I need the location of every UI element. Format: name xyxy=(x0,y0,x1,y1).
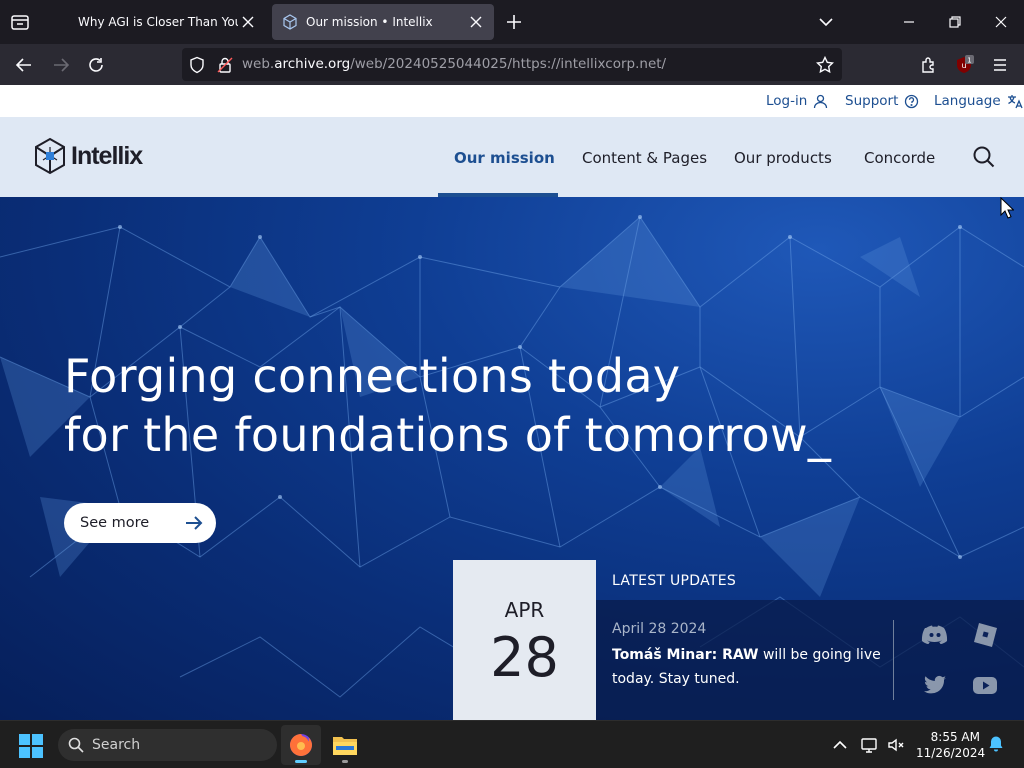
user-icon xyxy=(814,94,828,108)
latest-updates-heading: LATEST UPDATES xyxy=(612,573,737,589)
extensions-puzzle-icon[interactable] xyxy=(916,52,942,78)
new-tab-icon[interactable] xyxy=(504,12,524,32)
forward-arrow-icon[interactable] xyxy=(48,52,74,78)
divider xyxy=(893,620,894,700)
network-icon[interactable] xyxy=(860,735,880,755)
nav-our-mission[interactable]: Our mission xyxy=(454,149,555,167)
update-date-text: April 28 2024 xyxy=(612,621,707,637)
login-link[interactable]: Log-in xyxy=(766,93,828,109)
mouse-cursor-icon xyxy=(1000,197,1014,219)
update-author: Tomáš Minar: RAW xyxy=(612,647,759,663)
windows-start-icon[interactable] xyxy=(18,733,44,759)
firefox-taskbar-icon[interactable] xyxy=(281,725,321,765)
tab-our-mission[interactable]: Our mission • Intellix xyxy=(272,4,494,40)
update-date-box: APR 28 xyxy=(453,560,596,720)
nav-concorde[interactable]: Concorde xyxy=(864,149,935,167)
language-label: Language xyxy=(934,93,1001,109)
support-link[interactable]: Support xyxy=(845,93,919,109)
login-label: Log-in xyxy=(766,93,808,109)
hero-headline: Forging connections today for the founda… xyxy=(64,347,831,465)
running-indicator xyxy=(342,760,348,763)
reload-icon[interactable] xyxy=(83,52,109,78)
help-circle-icon xyxy=(905,94,919,108)
search-placeholder: Search xyxy=(92,737,141,753)
file-explorer-taskbar-icon[interactable] xyxy=(325,725,365,765)
twitter-icon[interactable] xyxy=(920,670,950,700)
insecure-lock-icon[interactable] xyxy=(216,56,234,74)
notification-bell-icon[interactable] xyxy=(987,735,1007,755)
tab-list-icon[interactable] xyxy=(8,10,32,34)
tab-title: Our mission • Intellix xyxy=(306,15,433,29)
language-link[interactable]: Language xyxy=(934,93,1023,109)
running-indicator xyxy=(295,760,307,763)
show-hidden-icons-chevron-icon[interactable] xyxy=(830,735,850,755)
taskbar-search-box[interactable]: Search xyxy=(58,729,277,761)
hero-line-2: for the foundations of tomorrow_ xyxy=(64,408,832,462)
hero-banner: Forging connections today for the founda… xyxy=(0,197,1024,720)
system-clock[interactable]: 8:55 AM 11/26/2024 xyxy=(916,729,986,761)
minimize-icon[interactable] xyxy=(886,0,932,44)
update-message[interactable]: Tomáš Minar: RAW will be going live toda… xyxy=(612,643,882,691)
support-label: Support xyxy=(845,93,899,109)
volume-muted-icon[interactable] xyxy=(886,735,906,755)
list-all-tabs-chevron-icon[interactable] xyxy=(816,12,836,32)
tab-title: Why AGI is Closer Than You Thi xyxy=(78,15,238,29)
cube-logo-icon xyxy=(35,137,65,175)
window-controls xyxy=(886,0,1024,44)
restore-icon[interactable] xyxy=(932,0,978,44)
browser-toolbar: web.archive.org/web/20240525044025/https… xyxy=(0,44,1024,85)
search-icon xyxy=(68,737,84,753)
back-arrow-icon[interactable] xyxy=(11,52,37,78)
close-window-icon[interactable] xyxy=(978,0,1024,44)
arrow-right-icon xyxy=(184,513,204,533)
windows-taskbar: Search 8:55 AM 11/26/2024 xyxy=(0,720,1024,768)
tab-agi-article[interactable]: Why AGI is Closer Than You Thi xyxy=(44,4,266,40)
nav-content-pages[interactable]: Content & Pages xyxy=(582,149,707,167)
nav-our-products[interactable]: Our products xyxy=(734,149,832,167)
update-month: APR xyxy=(504,598,545,622)
tracking-protection-shield-icon[interactable] xyxy=(188,56,206,74)
discord-icon[interactable] xyxy=(920,620,950,650)
site-header: Intellix Our mission Content & Pages Our… xyxy=(0,117,1024,197)
close-tab-icon[interactable] xyxy=(238,12,258,32)
address-bar[interactable]: web.archive.org/web/20240525044025/https… xyxy=(182,48,842,81)
see-more-label: See more xyxy=(80,515,150,531)
brand-name: Intellix xyxy=(71,141,143,170)
web-page: Log-in Support Language Intellix Our mis… xyxy=(0,85,1024,720)
browser-tab-bar: Why AGI is Closer Than You Thi Our missi… xyxy=(0,0,1024,44)
extension-badge-count: 1 xyxy=(967,57,971,65)
intellix-favicon-icon xyxy=(282,14,298,30)
latest-updates-panel: April 28 2024 Tomáš Minar: RAW will be g… xyxy=(596,600,1024,720)
ublock-extension-icon[interactable]: u1 xyxy=(951,52,977,78)
close-tab-icon[interactable] xyxy=(466,12,486,32)
utility-bar: Log-in Support Language xyxy=(0,85,1024,117)
intellix-logo[interactable]: Intellix xyxy=(33,137,143,175)
search-icon[interactable] xyxy=(972,145,996,169)
clock-time: 8:55 AM xyxy=(930,730,980,744)
youtube-icon[interactable] xyxy=(970,670,1000,700)
translate-icon xyxy=(1007,94,1023,108)
see-more-button[interactable]: See more xyxy=(64,503,216,543)
hero-line-1: Forging connections today xyxy=(64,349,681,403)
update-day: 28 xyxy=(490,626,559,689)
roblox-icon[interactable] xyxy=(970,620,1000,650)
clock-date: 11/26/2024 xyxy=(916,746,986,760)
url-text: web.archive.org/web/20240525044025/https… xyxy=(242,56,667,72)
app-menu-hamburger-icon[interactable] xyxy=(987,52,1013,78)
bookmark-star-icon[interactable] xyxy=(815,55,835,74)
